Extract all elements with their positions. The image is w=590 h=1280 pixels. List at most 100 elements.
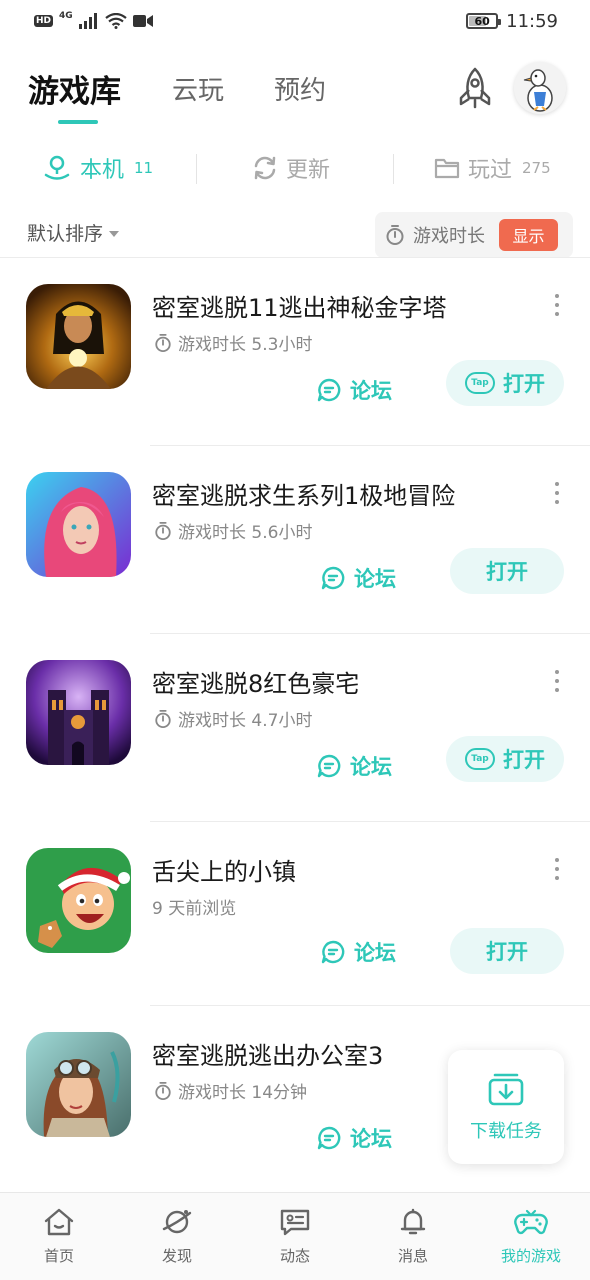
tap-badge-icon: Tap xyxy=(465,748,495,770)
forum-label: 论坛 xyxy=(354,567,396,591)
download-tray-icon xyxy=(488,1073,524,1106)
game-row[interactable]: 密室逃脱11逃出神秘金字塔 游戏时长 5.3小时 论坛 Tap 打开 xyxy=(0,258,590,446)
forum-button[interactable]: 论坛 xyxy=(320,932,396,972)
tab-reservation[interactable]: 预约 xyxy=(274,70,326,107)
sort-bar: 默认排序 游戏时长 显示 xyxy=(0,212,590,258)
show-duration-button[interactable]: 显示 xyxy=(499,219,558,251)
device-icon xyxy=(44,155,70,180)
tab-game-library[interactable]: 游戏库 xyxy=(28,66,121,111)
game-icon-pyramid[interactable] xyxy=(26,284,131,389)
game-subtitle: 9 天前浏览 xyxy=(152,894,236,919)
forum-label: 论坛 xyxy=(354,941,396,965)
nav-messages[interactable]: 消息 xyxy=(373,1207,453,1266)
game-row[interactable]: 密室逃脱8红色豪宅 游戏时长 4.7小时 论坛 Tap 打开 xyxy=(0,634,590,822)
forum-label: 论坛 xyxy=(350,1127,392,1151)
subtab-played[interactable]: 玩过 275 xyxy=(434,152,551,184)
nav-my-games[interactable]: 我的游戏 xyxy=(491,1207,571,1266)
game-title[interactable]: 密室逃脱逃出办公室3 xyxy=(152,1036,383,1071)
wifi-icon xyxy=(104,13,127,29)
game-icon-mansion[interactable] xyxy=(26,660,131,765)
nav-home-label: 首页 xyxy=(43,1247,74,1265)
nav-discover[interactable]: 发现 xyxy=(137,1207,217,1266)
subtab-local-count: 11 xyxy=(134,159,154,177)
game-icon-town[interactable] xyxy=(26,848,131,953)
nav-moments[interactable]: 动态 xyxy=(255,1207,335,1266)
nav-messages-label: 消息 xyxy=(397,1247,428,1265)
pink-hair-girl-icon xyxy=(26,472,131,577)
forum-button[interactable]: 论坛 xyxy=(316,746,392,786)
play-duration: 游戏时长 4.7小时 xyxy=(178,711,313,731)
duration-label: 游戏时长 xyxy=(413,226,485,247)
play-duration: 游戏时长 5.3小时 xyxy=(178,335,313,355)
game-subtitle: 游戏时长 4.7小时 xyxy=(154,706,312,731)
open-button[interactable]: 打开 xyxy=(450,548,564,594)
status-left: HD 4G xyxy=(34,11,153,29)
play-duration: 游戏时长 5.6小时 xyxy=(178,523,313,543)
subtab-updates[interactable]: 更新 xyxy=(252,152,330,184)
clock: 11:59 xyxy=(506,10,558,32)
bell-icon xyxy=(400,1208,426,1235)
sort-dropdown[interactable]: 默认排序 xyxy=(27,219,120,246)
timer-icon xyxy=(155,709,171,728)
timer-icon xyxy=(155,521,171,540)
more-options-icon[interactable] xyxy=(552,858,562,880)
forum-button[interactable]: 论坛 xyxy=(316,370,392,410)
last-browsed: 9 天前浏览 xyxy=(152,899,237,919)
subtab-local-label: 本机 xyxy=(80,158,125,183)
sub-tabs: 本机 11 更新 玩过 275 xyxy=(0,146,590,190)
game-row[interactable]: 密室逃脱求生系列1极地冒险 游戏时长 5.6小时 论坛 打开 xyxy=(0,446,590,634)
status-right: 60 11:59 xyxy=(466,11,558,32)
forum-icon xyxy=(317,1126,341,1150)
game-row[interactable]: 舌尖上的小镇 9 天前浏览 论坛 打开 xyxy=(0,822,590,1006)
more-options-icon[interactable] xyxy=(552,670,562,692)
game-icon-polar[interactable] xyxy=(26,472,131,577)
nav-home[interactable]: 首页 xyxy=(19,1207,99,1266)
game-title[interactable]: 密室逃脱求生系列1极地冒险 xyxy=(152,476,455,511)
forum-icon xyxy=(317,754,341,778)
forum-icon xyxy=(321,940,345,964)
forum-icon xyxy=(321,566,345,590)
active-tab-indicator xyxy=(58,120,98,124)
subtab-local[interactable]: 本机 11 xyxy=(42,152,153,184)
game-subtitle: 游戏时长 5.6小时 xyxy=(154,518,312,543)
rocket-icon[interactable] xyxy=(454,66,496,110)
forum-label: 论坛 xyxy=(350,755,392,779)
open-button[interactable]: Tap 打开 xyxy=(446,736,564,782)
timer-icon xyxy=(155,1081,171,1100)
more-options-icon[interactable] xyxy=(552,482,562,504)
open-label: 打开 xyxy=(503,748,545,772)
open-button[interactable]: 打开 xyxy=(450,928,564,974)
game-subtitle: 游戏时长 5.3小时 xyxy=(154,330,312,355)
open-label: 打开 xyxy=(503,372,545,396)
header: 游戏库 云玩 预约 xyxy=(0,56,590,126)
message-card-icon xyxy=(280,1209,310,1236)
christmas-boy-icon xyxy=(26,848,131,953)
open-label: 打开 xyxy=(486,560,528,584)
timer-icon xyxy=(386,225,404,245)
forum-button[interactable]: 论坛 xyxy=(316,1118,392,1158)
signal-icon xyxy=(78,13,97,29)
tab-cloud-play[interactable]: 云玩 xyxy=(172,70,224,107)
forum-button[interactable]: 论坛 xyxy=(320,558,396,598)
battery-icon: 60 xyxy=(466,13,502,29)
user-avatar[interactable] xyxy=(514,62,566,114)
forum-icon xyxy=(317,378,341,402)
cathedral-icon xyxy=(26,660,131,765)
game-title[interactable]: 舌尖上的小镇 xyxy=(152,852,296,887)
nav-moments-label: 动态 xyxy=(279,1247,310,1265)
download-tasks-button[interactable]: 下载任务 xyxy=(448,1050,564,1164)
open-button[interactable]: Tap 打开 xyxy=(446,360,564,406)
game-subtitle: 游戏时长 14分钟 xyxy=(154,1078,307,1103)
aviator-girl-icon xyxy=(26,1032,131,1137)
game-icon-office[interactable] xyxy=(26,1032,131,1137)
open-label: 打开 xyxy=(486,940,528,964)
forum-label: 论坛 xyxy=(350,379,392,403)
subtab-played-count: 275 xyxy=(522,159,551,177)
game-title[interactable]: 密室逃脱11逃出神秘金字塔 xyxy=(152,288,447,323)
nav-discover-label: 发现 xyxy=(161,1247,192,1265)
bottom-nav: 首页 发现 动态 消息 我的游戏 xyxy=(0,1192,590,1280)
more-options-icon[interactable] xyxy=(552,294,562,316)
game-title[interactable]: 密室逃脱8红色豪宅 xyxy=(152,664,359,699)
pyramid-queen-icon xyxy=(26,284,131,389)
refresh-icon xyxy=(254,156,276,180)
